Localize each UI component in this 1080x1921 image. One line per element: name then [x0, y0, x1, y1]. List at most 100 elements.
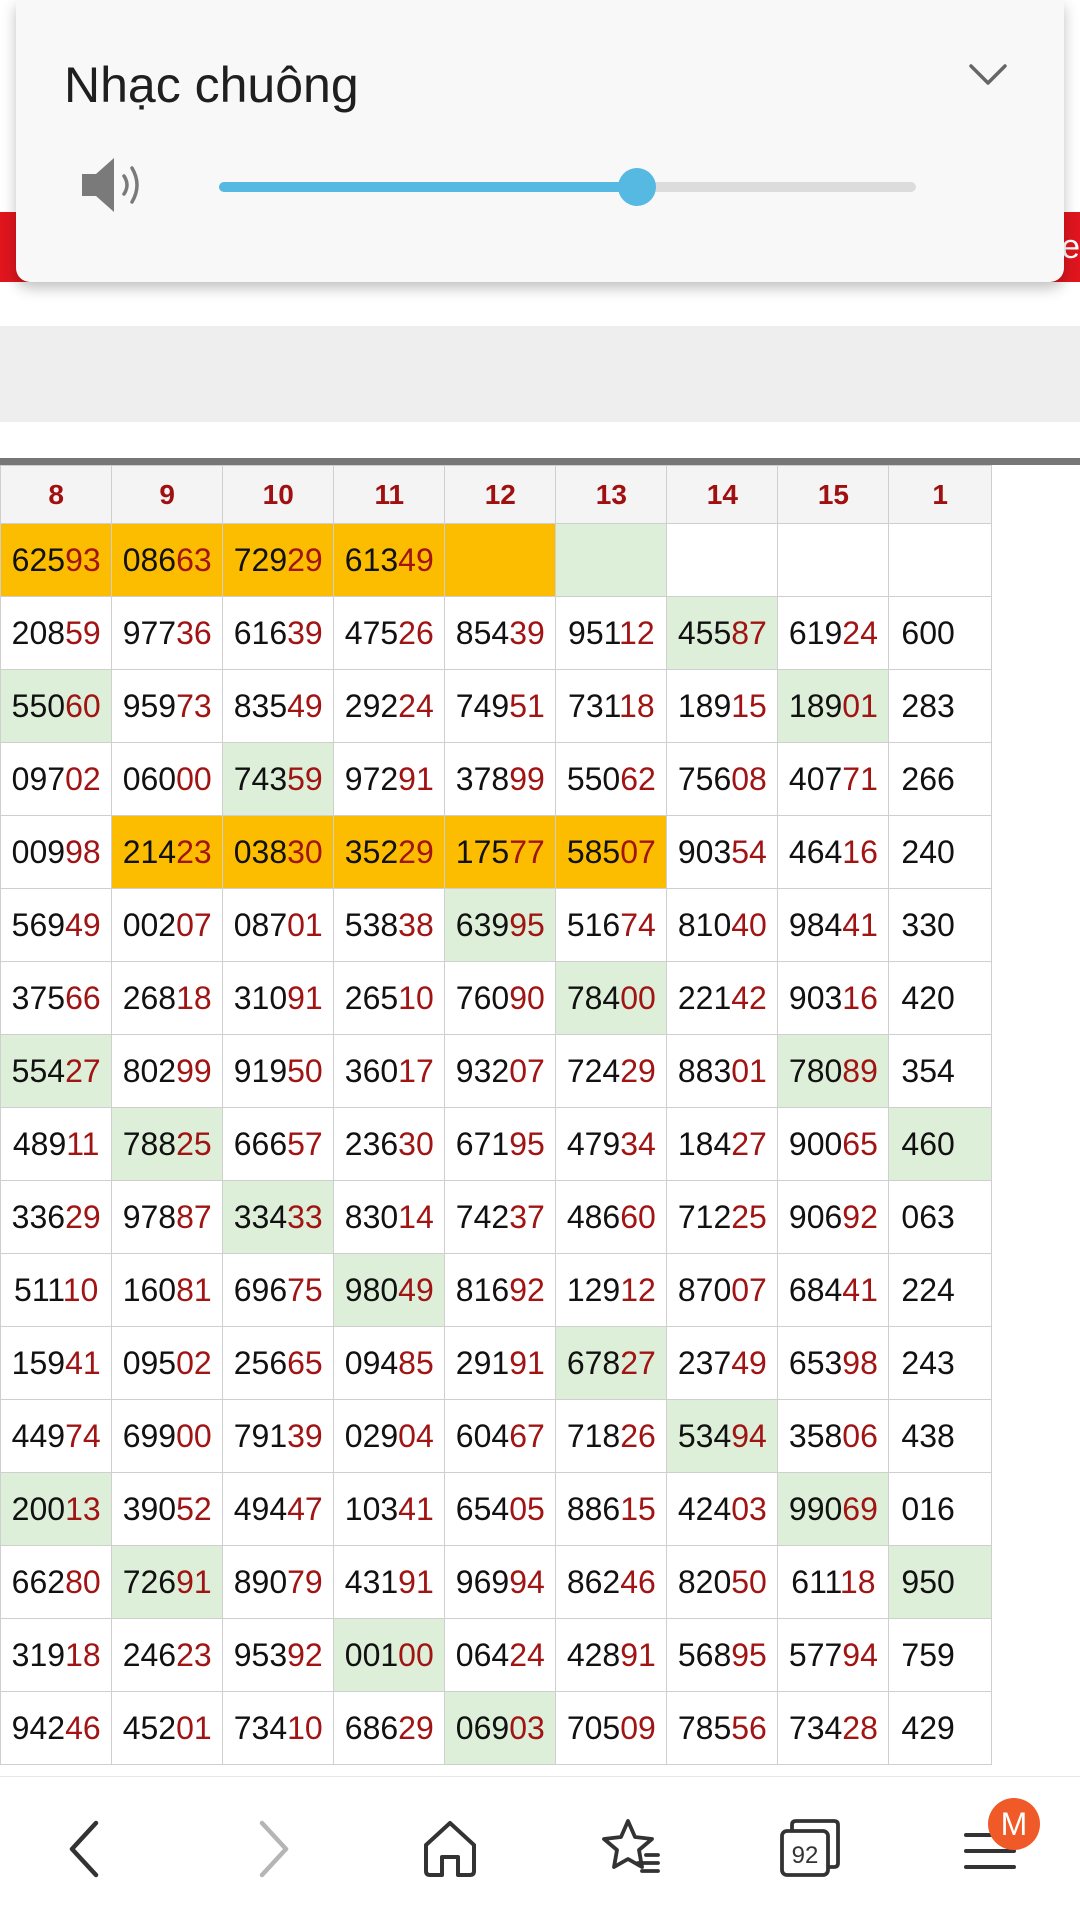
number-head: 256 [233, 1344, 288, 1381]
result-cell: 36017 [333, 1034, 446, 1108]
gray-section-band [0, 326, 1080, 422]
number-head: 159 [11, 1344, 66, 1381]
column-header: 9 [111, 465, 224, 524]
number-head: 784 [566, 979, 621, 1016]
number-head: 246 [122, 1636, 177, 1673]
result-cell: 93207 [444, 1034, 557, 1108]
number-tail: 87 [176, 1198, 212, 1235]
number-tail: 15 [620, 1490, 656, 1527]
result-cell: 75608 [666, 742, 779, 816]
profile-badge[interactable]: M [988, 1798, 1040, 1850]
speaker-volume-icon[interactable] [78, 152, 150, 218]
result-cell: 85439 [444, 596, 557, 670]
result-cell: 69675 [222, 1253, 335, 1327]
number-tail: 00 [176, 760, 212, 797]
number-head: 064 [455, 1636, 510, 1673]
number-tail: 00 [398, 1636, 434, 1673]
bookmarks-star-icon[interactable] [594, 1813, 666, 1885]
browser-bottom-nav: 92 [0, 1776, 1080, 1921]
volume-slider[interactable] [219, 168, 916, 206]
number-head: 639 [455, 906, 510, 943]
number-head: 358 [788, 1417, 843, 1454]
number-head: 611 [791, 1563, 840, 1600]
result-cell: 12912 [555, 1253, 668, 1327]
number-tail: 02 [65, 760, 101, 797]
number-head: 684 [788, 1271, 843, 1308]
number-head: 424 [677, 1490, 732, 1527]
number-head: 431 [344, 1563, 399, 1600]
result-cell: 45201 [111, 1691, 224, 1765]
result-cell: 00207 [111, 888, 224, 962]
number-head: 550 [566, 760, 621, 797]
number-head: 390 [122, 1490, 177, 1527]
result-cell: 90065 [777, 1107, 890, 1181]
back-icon[interactable] [50, 1813, 122, 1885]
result-cell: 33433 [222, 1180, 335, 1254]
number-tail: 62 [620, 760, 656, 797]
number-tail: 91 [398, 1563, 434, 1600]
number-head: 103 [344, 1490, 399, 1527]
number-tail: 07 [731, 1271, 767, 1308]
number-tail: 51 [509, 687, 545, 724]
forward-icon[interactable] [236, 1813, 308, 1885]
expand-chevron-down-icon[interactable] [968, 62, 1008, 88]
result-cell: 15941 [0, 1326, 113, 1400]
number-head: 538 [344, 906, 399, 943]
number-tail: 98 [842, 1344, 878, 1381]
number-tail: 26 [620, 1417, 656, 1454]
number-head: 310 [233, 979, 288, 1016]
number-tail: 01 [176, 1709, 212, 1746]
result-cell: 29224 [333, 669, 446, 743]
number-head: 334 [233, 1198, 288, 1235]
number-head: 820 [677, 1563, 732, 1600]
table-row: 3009982142303830352291757758507903544641… [0, 815, 992, 889]
result-cell: 29191 [444, 1326, 557, 1400]
result-cell: 56949 [0, 888, 113, 962]
number-head: 319 [11, 1636, 66, 1673]
result-cell: 48911 [0, 1107, 113, 1181]
number-tail: 38 [398, 906, 434, 943]
result-cell: 74359 [222, 742, 335, 816]
number-head: 094 [344, 1344, 399, 1381]
number-head: 455 [677, 614, 732, 651]
result-cell: 48660 [555, 1180, 668, 1254]
result-cell: 09485 [333, 1326, 446, 1400]
result-cell: 44974 [0, 1399, 113, 1473]
number-head: 069 [455, 1709, 510, 1746]
result-cell: 46416 [777, 815, 890, 889]
number-tail: 46 [620, 1563, 656, 1600]
number-tail: 91 [176, 1563, 212, 1600]
number-tail: 99 [509, 760, 545, 797]
number-tail: 08 [731, 760, 767, 797]
result-cell: 67827 [555, 1326, 668, 1400]
number-head: 959 [122, 687, 177, 724]
table-row: 2200133905249447103416540588615424039906… [0, 1472, 992, 1546]
number-head: 616 [233, 614, 288, 651]
number-tail: 07 [620, 833, 656, 870]
number-head: 662 [11, 1563, 66, 1600]
ringtone-volume-title: Nhạc chuông [64, 57, 359, 113]
number-tail: 16 [842, 833, 878, 870]
volume-slider-thumb[interactable] [618, 168, 657, 206]
number-tail: 41 [842, 1271, 878, 1308]
home-icon[interactable] [414, 1813, 486, 1885]
result-cell: 73428 [777, 1691, 890, 1765]
number-tail: 81 [176, 1271, 212, 1308]
result-cell [444, 523, 557, 597]
table-header-row: 8 9 10 11 12 13 14 15 1 [0, 465, 992, 524]
result-cell: 21423 [111, 815, 224, 889]
result-cell: 51110 [0, 1253, 113, 1327]
number-tail: 29 [65, 1198, 101, 1235]
number-tail: 30 [287, 833, 323, 870]
number-tail: 18 [619, 687, 655, 724]
number-tail: 00 [176, 1417, 212, 1454]
number-tail: 49 [287, 687, 323, 724]
number-head: 375 [11, 979, 66, 1016]
result-cell: 16081 [111, 1253, 224, 1327]
number-tail: 92 [287, 1636, 323, 1673]
tabs-icon[interactable]: 92 [774, 1813, 846, 1885]
result-cell: 73410 [222, 1691, 335, 1765]
number-head: 486 [566, 1198, 621, 1235]
lottery-results-table-container[interactable]: 891011121314151 962593086637292961349320… [0, 458, 1080, 1776]
result-cell: 35806 [777, 1399, 890, 1473]
